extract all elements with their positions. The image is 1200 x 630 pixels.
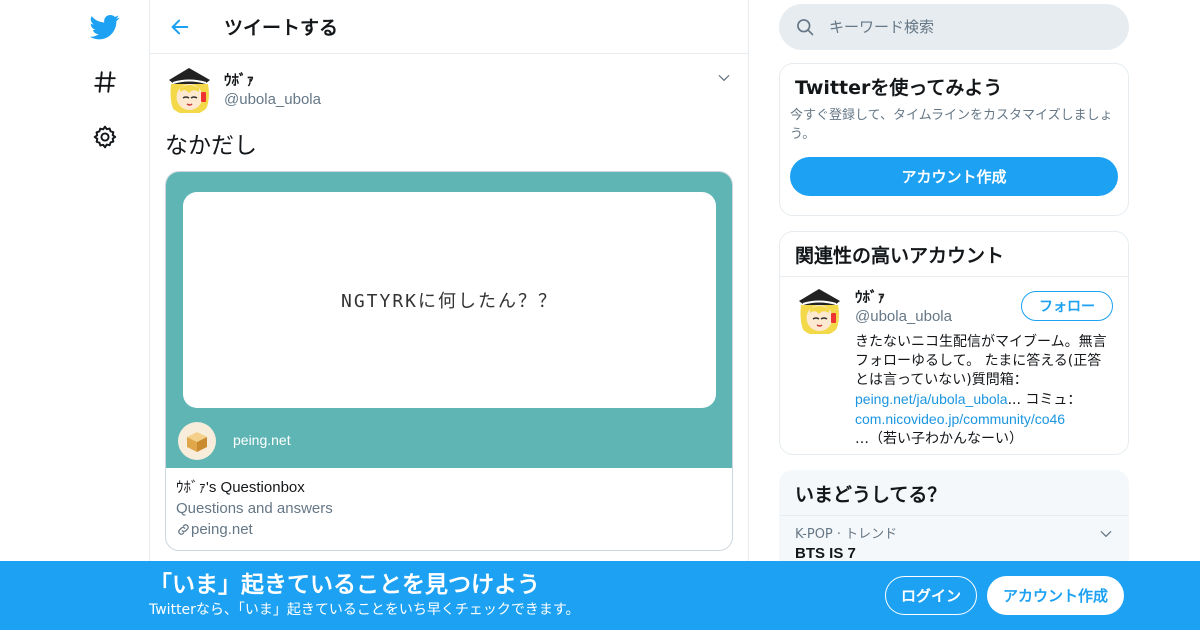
related-accounts-panel: 関連性の高いアカウント ｳﾎﾞｧ @ubola_ubola フォロー きたないニ… [779, 231, 1129, 455]
card-question-box: NGTYRKに何したん？？ [183, 192, 716, 408]
tweet-author[interactable]: ｳﾎﾞｧ @ubola_ubola [165, 65, 733, 115]
signup-banner: 「いま」起きていることを見つけよう Twitterなら、「いま」起きていることを… [0, 561, 1200, 630]
chevron-down-icon [1100, 531, 1112, 538]
bio-text-3: …（若い子わかんなーい） [855, 431, 1023, 447]
bio-link-community[interactable]: com.nicovideo.jp/community/co46 [855, 411, 1065, 427]
settings-button[interactable] [80, 112, 130, 162]
banner-title: 「いま」起きていることを見つけよう [149, 572, 540, 598]
user-handle[interactable]: @ubola_ubola [224, 90, 321, 110]
link-card[interactable]: NGTYRKに何したん？？ peing.net ｳﾎﾞｧ's Questionb… [165, 171, 733, 551]
tweet: ｳﾎﾞｧ @ubola_ubola なかだし NGTYRKに何したん？？ pei… [150, 54, 748, 551]
marisa-avatar-icon [165, 65, 214, 115]
box-icon [187, 432, 207, 452]
left-nav [80, 0, 130, 630]
avatar[interactable] [165, 65, 214, 115]
back-arrow-icon [171, 19, 189, 34]
twitter-bird-icon [90, 15, 120, 40]
user-bio: きたないニコ生配信がマイブーム。無言フォローゆるして。 たまに答える(正答とは言… [855, 333, 1113, 449]
hashtag-icon [94, 71, 116, 93]
card-image: NGTYRKに何したん？？ peing.net [166, 172, 732, 468]
trend-meta: K-POP · トレンド [795, 527, 898, 542]
explore-button[interactable] [80, 57, 130, 107]
signup-title: Twitterを使ってみよう [795, 77, 1003, 99]
create-account-button[interactable]: アカウント作成 [790, 157, 1118, 196]
trends-title: いまどうしてる？ [780, 471, 1128, 516]
trend-menu-button[interactable] [1099, 526, 1113, 545]
follow-button[interactable]: フォロー [1021, 291, 1113, 321]
card-question-text: NGTYRKに何したん？？ [340, 291, 559, 312]
related-accounts-title: 関連性の高いアカウント [780, 232, 1128, 277]
gear-icon [93, 125, 117, 149]
tweet-menu-button[interactable] [714, 68, 734, 88]
card-link-text: peing.net [191, 521, 253, 538]
banner-subtitle: Twitterなら、「いま」起きていることをいち早くチェックできます。 [149, 602, 580, 618]
signup-text: 今すぐ登録して、タイムラインをカスタマイズしましょう。 [790, 108, 1113, 142]
twitter-home-button[interactable] [80, 2, 130, 52]
avatar[interactable] [795, 287, 844, 336]
login-button[interactable]: ログイン [885, 576, 977, 615]
related-account[interactable]: ｳﾎﾞｧ @ubola_ubola フォロー きたないニコ生配信がマイブーム。無… [780, 277, 1128, 454]
search-input[interactable] [829, 18, 1109, 36]
link-icon [178, 524, 189, 535]
chevron-down-icon [718, 75, 730, 82]
marisa-avatar-icon [795, 287, 844, 336]
card-site-label: peing.net [233, 432, 291, 448]
bio-text-2: ... コミュ： [1007, 392, 1082, 408]
bio-text-1: きたないニコ生配信がマイブーム。無言フォローゆるして。 たまに答える(正答とは言… [855, 334, 1107, 388]
signup-panel: Twitterを使ってみよう 今すぐ登録して、タイムラインをカスタマイズしましょ… [779, 63, 1129, 216]
search-bar[interactable] [779, 4, 1129, 50]
peing-box-logo [178, 422, 216, 460]
page-header: ツイートする [150, 0, 748, 54]
card-link[interactable]: peing.net [176, 519, 722, 540]
page-title: ツイートする [224, 17, 339, 39]
bio-link-peing[interactable]: peing.net/ja/ubola_ubola [855, 391, 1008, 407]
tweet-text: なかだし [165, 133, 257, 159]
display-name[interactable]: ｳﾎﾞｧ [224, 70, 321, 90]
card-info: ｳﾎﾞｧ's Questionbox Questions and answers… [166, 468, 732, 549]
banner-create-account-button[interactable]: アカウント作成 [987, 576, 1124, 615]
main-column: ツイートする ｳﾎﾞｧ @ubola_ubola なかだし NGTYRKに何した… [149, 0, 749, 630]
card-title: ｳﾎﾞｧ's Questionbox [176, 479, 305, 496]
search-icon [797, 19, 814, 36]
card-description: Questions and answers [176, 500, 333, 517]
back-button[interactable] [150, 0, 210, 54]
